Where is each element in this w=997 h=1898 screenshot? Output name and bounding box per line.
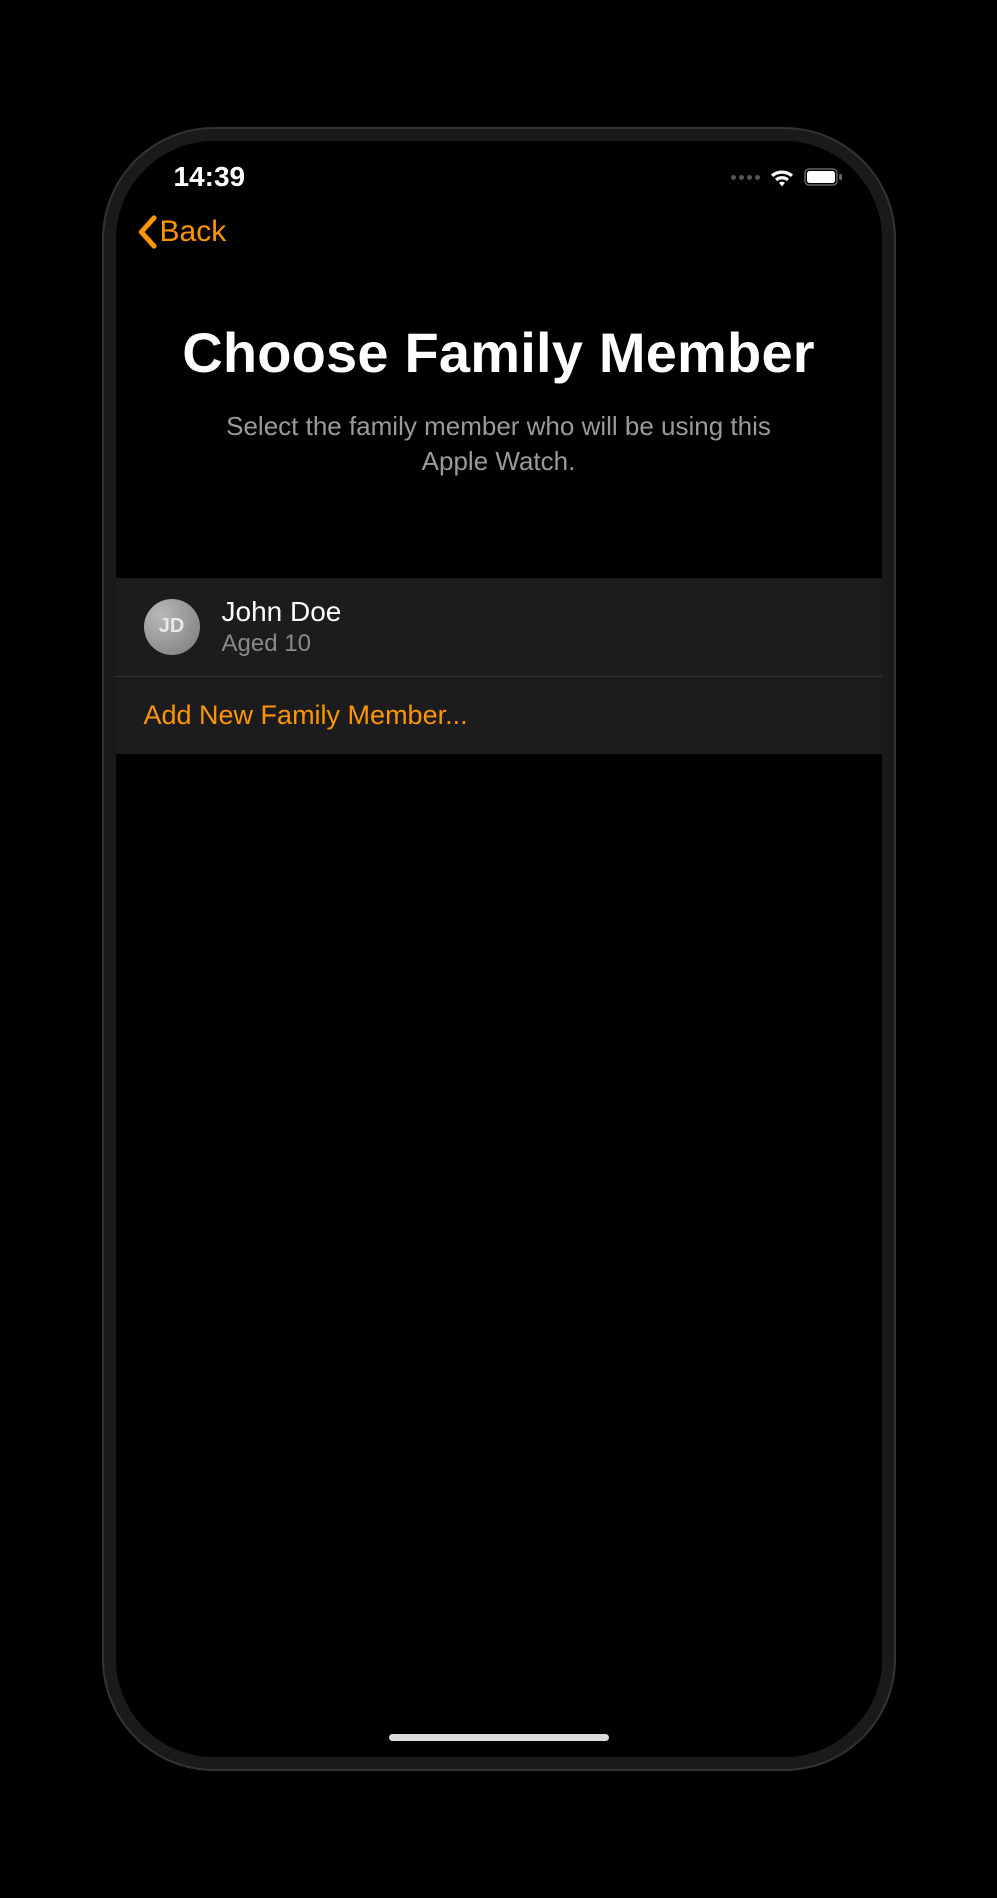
chevron-left-icon	[136, 215, 158, 249]
add-family-member-button[interactable]: Add New Family Member...	[116, 676, 882, 754]
back-label: Back	[160, 215, 227, 249]
battery-icon	[804, 167, 844, 187]
back-button[interactable]: Back	[136, 215, 227, 249]
status-time: 14:39	[154, 161, 419, 193]
home-indicator[interactable]	[389, 1734, 609, 1741]
nav-bar: Back	[116, 201, 882, 263]
content: Choose Family Member Select the family m…	[116, 263, 882, 1757]
add-family-member-label: Add New Family Member...	[144, 700, 468, 731]
avatar: JD	[144, 599, 200, 655]
status-bar: 14:39	[116, 141, 882, 201]
notch	[419, 152, 599, 202]
cellular-icon	[731, 175, 760, 180]
member-text: John Doe Aged 10	[222, 596, 342, 658]
member-name: John Doe	[222, 596, 342, 628]
member-age: Aged 10	[222, 630, 342, 658]
family-member-row[interactable]: JD John Doe Aged 10	[116, 578, 882, 676]
device-frame: 14:39	[104, 129, 894, 1769]
page-subtitle: Select the family member who will be usi…	[116, 409, 882, 479]
status-indicators	[599, 166, 844, 188]
page-title: Choose Family Member	[116, 321, 882, 385]
screen: 14:39	[116, 141, 882, 1757]
avatar-initials: JD	[159, 615, 185, 638]
family-member-list: JD John Doe Aged 10 Add New Family Membe…	[116, 578, 882, 754]
wifi-icon	[768, 166, 796, 188]
